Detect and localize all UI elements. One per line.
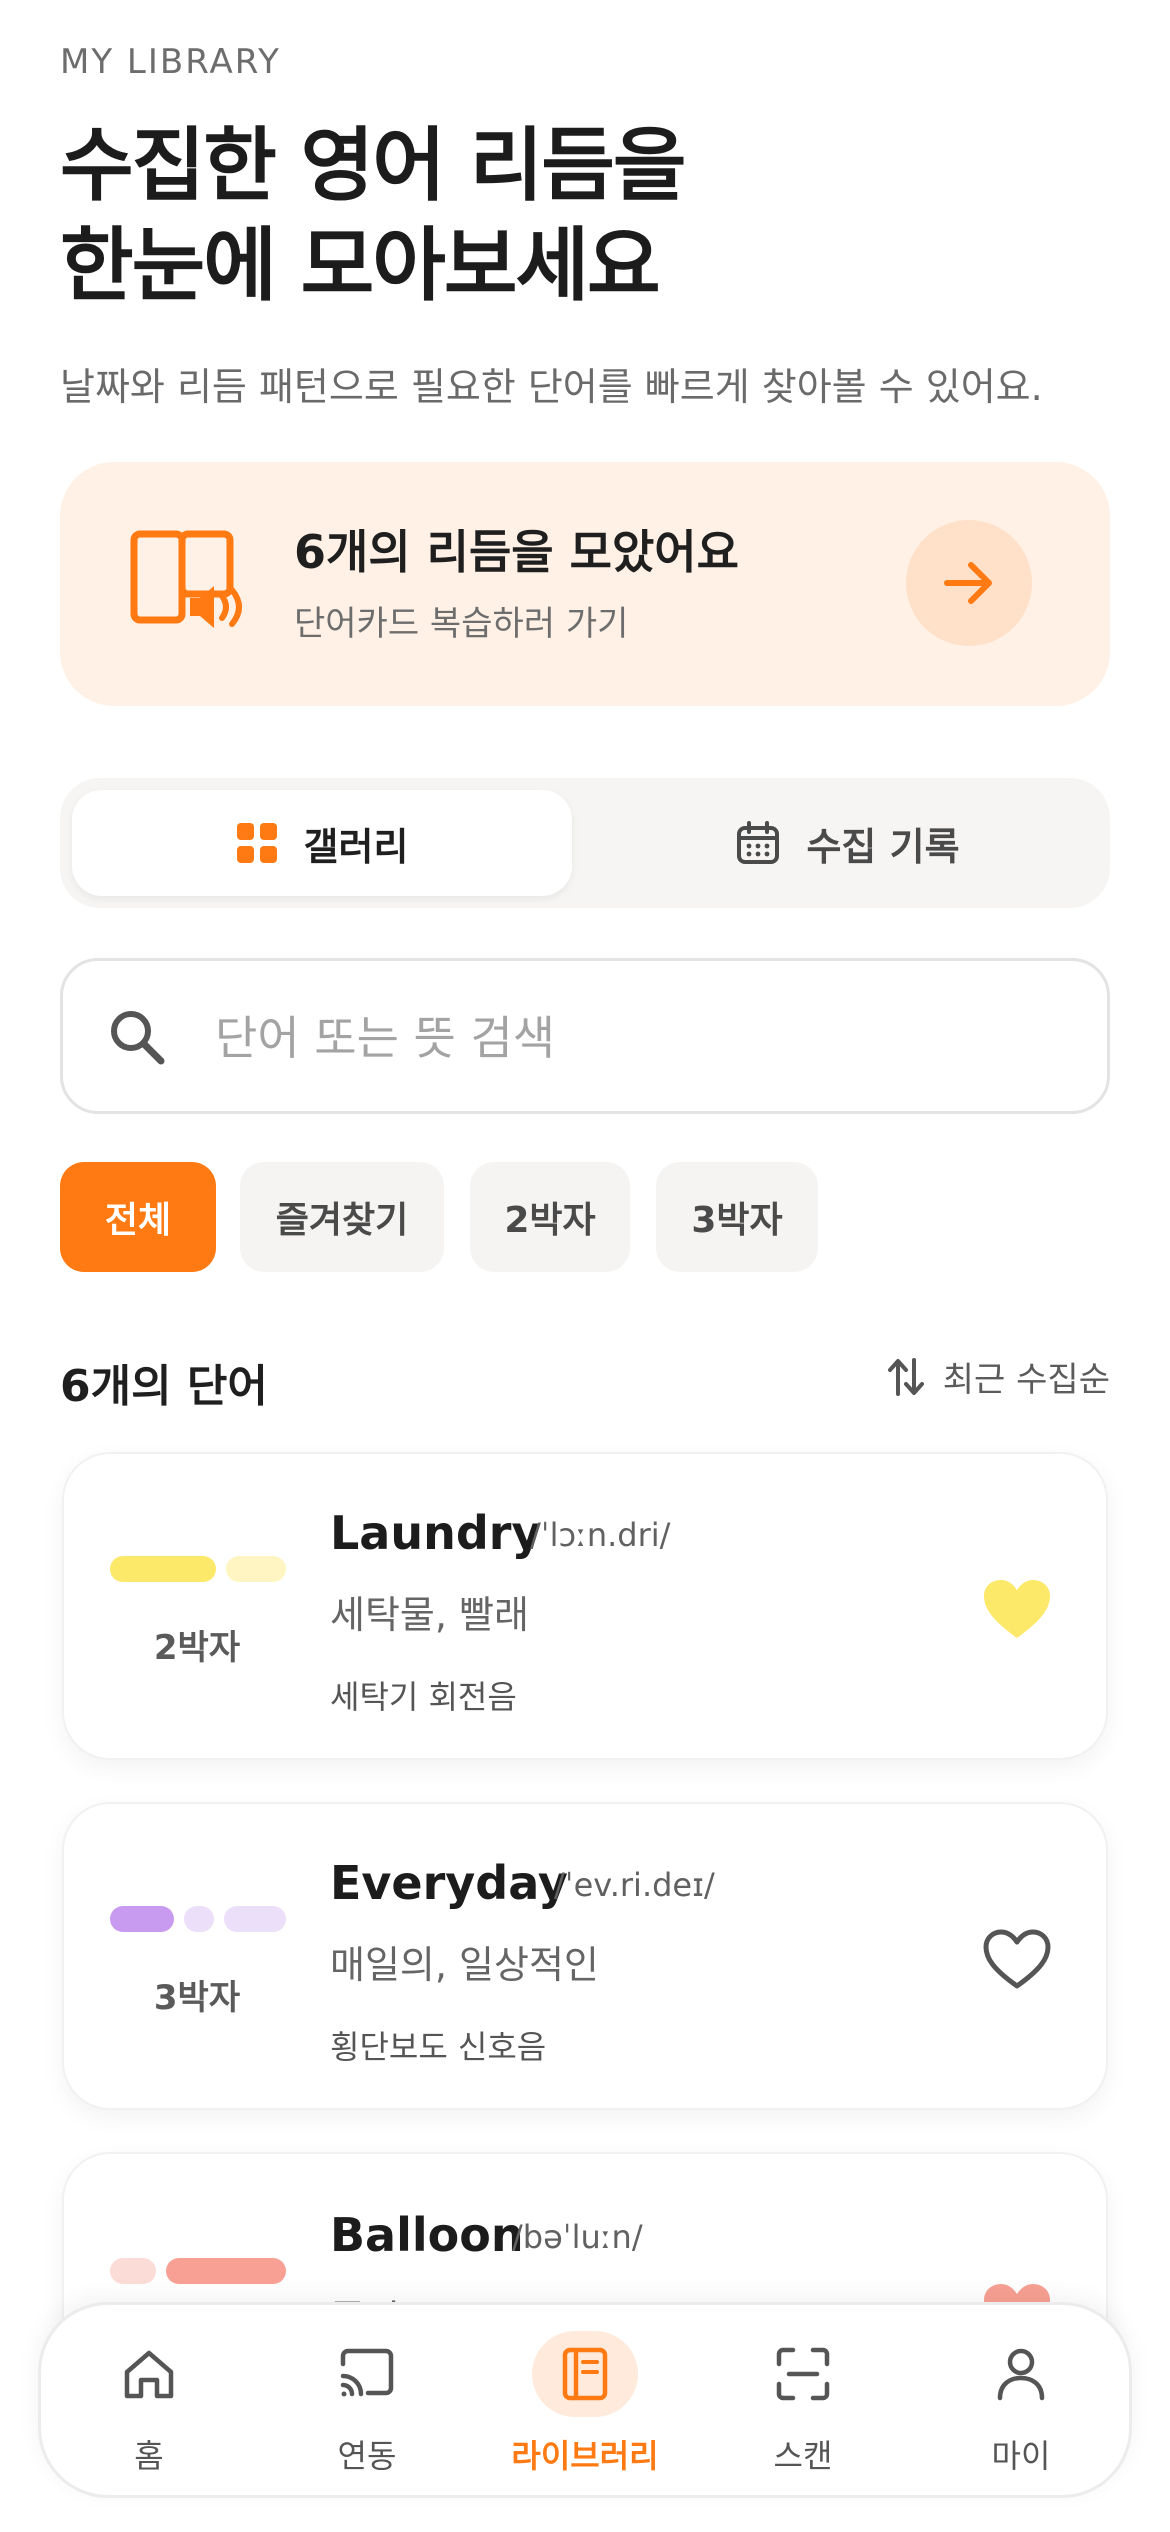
page-title: 수집한 영어 리듬을 한눈에 모아보세요 [60,116,687,316]
nav-label-library: 라이브러리 [511,2437,659,2475]
arrow-right-icon [944,562,992,604]
rhythm-beat-strong [110,1556,216,1582]
view-segment-control: 갤러리 수집 기록 [60,778,1110,908]
word-pronunciation: /ˈev.ri.deɪ/ [554,1866,715,1904]
rhythm-beat-weak [184,1906,214,1932]
grid-icon [236,823,277,863]
nav-label-my: 마이 [991,2437,1051,2475]
filter-chip-two-beat[interactable]: 2박자 [470,1162,630,1272]
nav-library-icon-wrap [532,2331,638,2417]
nav-scan-icon-wrap [750,2331,856,2417]
word-title: Laundry [330,1506,542,1560]
nav-item-my[interactable]: 마이 [941,2331,1101,2479]
heart-outline-icon[interactable] [982,1928,1052,1992]
beat-count: 3박자 [153,1978,241,2018]
word-pronunciation: /bəˈluːn/ [512,2218,643,2256]
word-meaning: 세탁물, 빨래 [330,1593,529,1637]
filter-chip-favorites[interactable]: 즐겨찾기 [240,1162,444,1272]
word-count: 6개의 단어 [60,1361,268,1412]
library-book-icon [562,2347,608,2401]
sort-button[interactable]: 최근 수집순 [887,1352,1110,1401]
word-pronunciation: /ˈlɔːn.dri/ [530,1516,671,1554]
eyebrow-label: MY LIBRARY [60,42,281,82]
rhythm-beat-weak [110,2258,156,2284]
nav-my-icon-wrap [968,2331,1074,2417]
tab-history[interactable]: 수집 기록 [598,790,1098,896]
filter-chip-three-beat[interactable]: 3박자 [656,1162,818,1272]
book-audio-icon [130,530,242,628]
page-title-line-2: 한눈에 모아보세요 [60,219,661,312]
nav-connect-icon-wrap [314,2331,420,2417]
nav-item-library[interactable]: 라이브러리 [505,2331,665,2479]
word-title: Everyday [330,1856,568,1910]
tab-gallery[interactable]: 갤러리 [72,790,572,896]
nav-item-home[interactable]: 홈 [69,2331,229,2479]
page-subtitle: 날짜와 리듬 패턴으로 필요한 단어를 빠르게 찾아볼 수 있어요. [60,365,1043,409]
nav-home-icon-wrap [96,2331,202,2417]
promo-go-button[interactable] [906,520,1032,646]
search-box [60,958,1110,1114]
search-input[interactable] [215,1001,1075,1075]
promo-subtitle: 단어카드 복습하러 가기 [294,604,629,644]
word-card[interactable]: 3박자 Everyday /ˈev.ri.deɪ/ 매일의, 일상적인 횡단보도… [62,1802,1108,2110]
rhythm-beat-strong [110,1906,174,1932]
promo-title: 6개의 리듬을 모았어요 [294,525,739,579]
word-card[interactable]: 2박자 Laundry /ˈlɔːn.dri/ 세탁물, 빨래 세탁기 회전음 [62,1452,1108,1760]
nav-label-home: 홈 [134,2437,164,2475]
review-promo-card[interactable]: 6개의 리듬을 모았어요 단어카드 복습하러 가기 [60,462,1110,706]
word-title: Balloon [330,2208,524,2262]
user-icon [997,2348,1045,2401]
nav-label-scan: 스캔 [773,2437,833,2475]
sort-label: 최근 수집순 [942,1360,1110,1400]
cast-icon [340,2348,394,2397]
library-screen: MY LIBRARY 수집한 영어 리듬을 한눈에 모아보세요 날짜와 리듬 패… [0,0,1170,2532]
bottom-nav: 홈 연동 라이브러리 스캔 마이 [38,2302,1132,2498]
nav-item-scan[interactable]: 스캔 [723,2331,883,2479]
rhythm-beat-strong [166,2258,286,2284]
heart-filled-icon[interactable] [982,1578,1052,1642]
nav-label-connect: 연동 [337,2437,397,2475]
sort-icon [887,1357,924,1396]
search-icon [111,1011,165,1065]
rhythm-beat-weak [226,1556,286,1582]
page-title-line-1: 수집한 영어 리듬을 [60,119,687,212]
tab-gallery-label: 갤러리 [303,824,409,869]
filter-chip-all[interactable]: 전체 [60,1162,216,1272]
word-sound: 횡단보도 신호음 [330,2028,547,2066]
word-meaning: 매일의, 일상적인 [330,1943,599,1987]
home-icon [124,2350,174,2399]
calendar-icon [737,821,780,864]
nav-item-connect[interactable]: 연동 [287,2331,447,2479]
tab-history-label: 수집 기록 [806,824,960,869]
scan-icon [776,2347,830,2401]
rhythm-beat-weak [224,1906,286,1932]
beat-count: 2박자 [153,1628,241,1668]
word-sound: 세탁기 회전음 [330,1678,517,1716]
